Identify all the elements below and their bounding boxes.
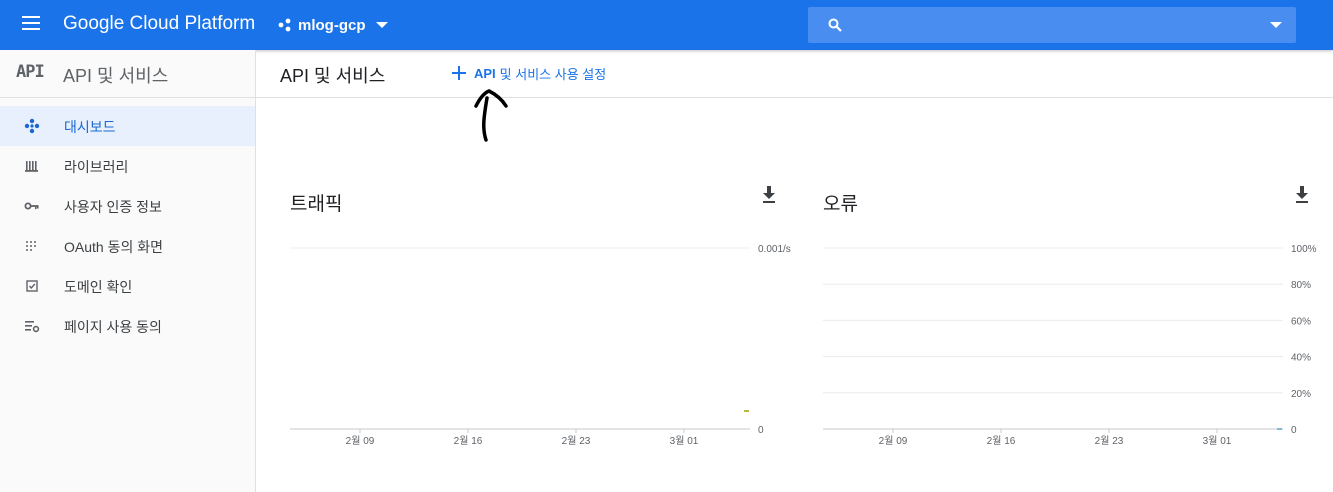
check-box-icon: [26, 280, 38, 292]
brand-title[interactable]: Google Cloud Platform: [63, 13, 255, 35]
x-tick-label: 2월 23: [1095, 435, 1124, 447]
y-tick-label: 20%: [1291, 389, 1311, 400]
sidebar-item-library[interactable]: 라이브러리: [0, 146, 255, 186]
project-name: mlog-gcp: [298, 16, 366, 34]
sidebar-nav: 대시보드 라이브러리 사용자 인증 정보 OAuth 동의 화면 도메인 확인 …: [0, 106, 255, 346]
enable-apis-label: 및 서비스 사용 설정: [499, 66, 607, 82]
api-logo: API: [16, 62, 45, 82]
sidebar-item-label: 사용자 인증 정보: [64, 199, 162, 215]
sidebar-item-dashboard[interactable]: 대시보드: [0, 106, 255, 146]
search-dropdown-icon[interactable]: [1270, 22, 1282, 28]
sidebar-item-credentials[interactable]: 사용자 인증 정보: [0, 186, 255, 226]
enable-apis-button[interactable]: API 및 서비스 사용 설정: [452, 63, 606, 83]
y-tick-label: 80%: [1291, 280, 1311, 291]
sidebar-item-label: 대시보드: [64, 119, 116, 135]
x-tick-label: 2월 16: [987, 435, 1016, 447]
traffic-chart: 트래픽 0.001/s 0 2월 09 2월 16 2월 23 3월 01: [290, 180, 810, 460]
page-header: API 및 서비스 API 및 서비스 사용 설정: [256, 50, 1333, 98]
x-tick-label: 3월 01: [670, 435, 699, 447]
x-tick-label: 2월 23: [562, 435, 591, 447]
sidebar-item-domain-verification[interactable]: 도메인 확인: [0, 266, 255, 306]
plus-icon: [452, 66, 466, 80]
enable-apis-label-strong: API: [474, 65, 496, 81]
consent-icon: [26, 241, 36, 251]
y-tick-label: 0: [1291, 425, 1297, 436]
sidebar-item-label: 라이브러리: [64, 159, 129, 175]
settings-list-icon: [25, 321, 40, 333]
annotation-arrow: [474, 89, 508, 142]
sidebar-item-label: OAuth 동의 화면: [64, 239, 163, 255]
sidebar-item-oauth-consent[interactable]: OAuth 동의 화면: [0, 226, 255, 266]
library-icon: [25, 161, 38, 172]
page-title: API 및 서비스: [280, 66, 386, 86]
sidebar-item-page-usage-agreement[interactable]: 페이지 사용 동의: [0, 306, 255, 346]
search-input[interactable]: [808, 7, 1296, 43]
dashboard-icon: [24, 118, 40, 134]
y-tick-label: 40%: [1291, 353, 1311, 364]
sidebar-item-label: 도메인 확인: [64, 279, 133, 295]
sidebar-title: API 및 서비스: [63, 66, 169, 86]
x-tick-label: 3월 01: [1203, 435, 1232, 447]
x-tick-label: 2월 09: [346, 435, 375, 447]
project-selector[interactable]: mlog-gcp: [278, 15, 388, 35]
y-tick-label: 0.001/s: [758, 244, 791, 255]
sidebar-item-label: 페이지 사용 동의: [64, 319, 162, 335]
project-icon: [278, 18, 291, 32]
x-tick-label: 2월 16: [454, 435, 483, 447]
chart-plot: 100% 80% 60% 40% 20% 0 2월 09 2월 16 2월 23 3월 01: [823, 244, 1317, 447]
search-icon: [828, 18, 842, 32]
y-tick-label: 0: [758, 425, 764, 436]
chevron-down-icon: [375, 22, 388, 28]
sidebar-header: API API 및 서비스: [0, 50, 255, 98]
errors-chart: 오류 100% 80% 60% 40% 20% 0 2월 09 2월 16 2월 23 3월 01: [823, 180, 1333, 460]
y-tick-label: 100%: [1291, 244, 1317, 255]
menu-icon[interactable]: [22, 15, 42, 33]
y-tick-label: 60%: [1291, 316, 1311, 327]
top-bar: Google Cloud Platform mlog-gcp: [0, 0, 1333, 50]
x-tick-label: 2월 09: [879, 435, 908, 447]
key-icon: [24, 202, 39, 210]
sidebar: API API 및 서비스 대시보드 라이브러리 사용자 인증 정보 OAuth…: [0, 50, 256, 492]
chart-plot: 0.001/s 0 2월 09 2월 16 2월 23 3월 01: [290, 244, 791, 447]
